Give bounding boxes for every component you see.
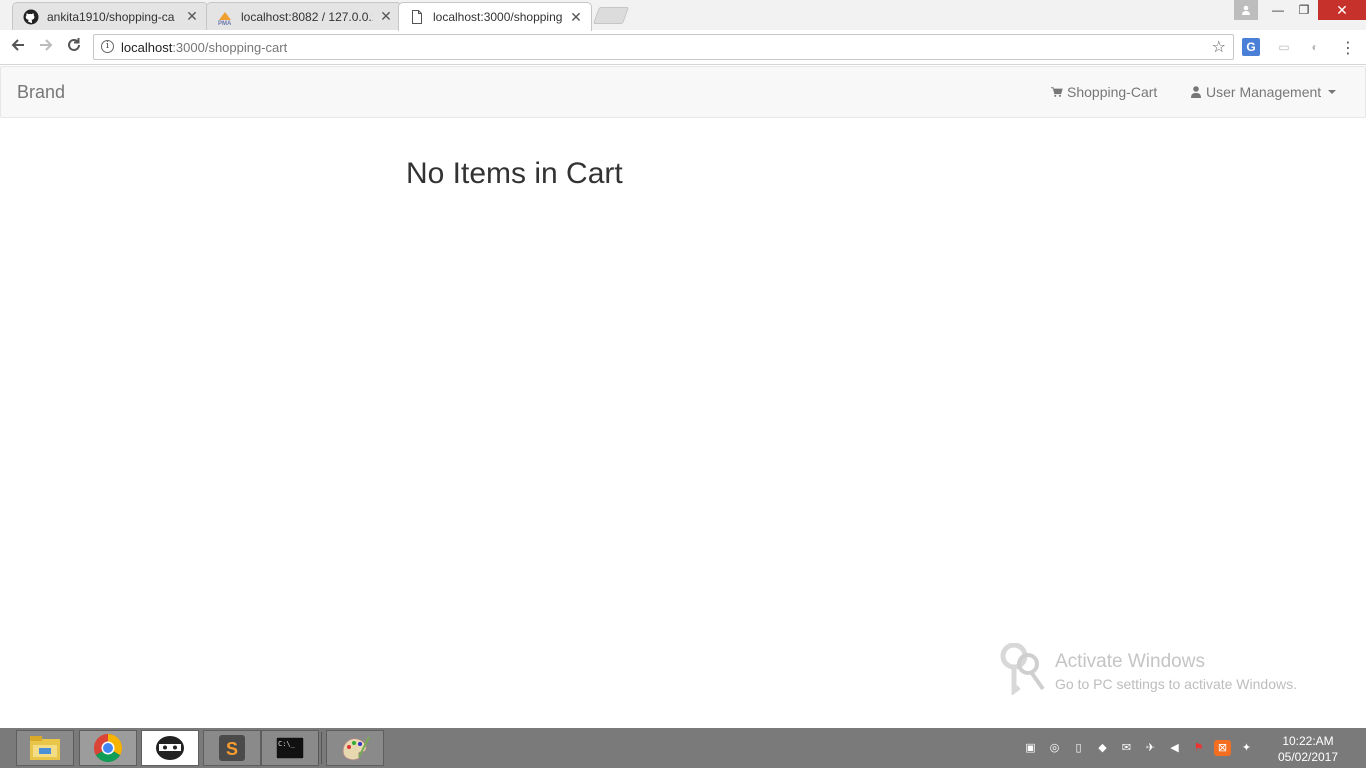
sync-icon[interactable]: ◎ xyxy=(1046,740,1063,756)
close-window-button[interactable]: ✕ xyxy=(1318,0,1366,20)
user-icon xyxy=(1191,86,1201,98)
nav-cart-label: Shopping-Cart xyxy=(1067,84,1158,100)
github-icon xyxy=(23,9,39,24)
taskbar-command-prompt[interactable]: C:\_ xyxy=(261,730,319,766)
translate-extension-icon[interactable]: G xyxy=(1242,38,1260,56)
page-title: No Items in Cart xyxy=(406,157,623,190)
tab-title: ankita1910/shopping-ca xyxy=(47,9,175,24)
taskbar-clock[interactable]: 10:22:AM 05/02/2017 xyxy=(1268,733,1348,765)
taskbar-file-explorer[interactable] xyxy=(16,730,74,766)
new-tab-button[interactable] xyxy=(592,7,630,24)
svg-text:PMA: PMA xyxy=(218,21,232,25)
shopping-cart-icon xyxy=(1051,87,1063,97)
ninja-icon xyxy=(156,736,184,760)
taskbar-paint[interactable] xyxy=(326,730,384,766)
network-icon[interactable]: ▣ xyxy=(1022,740,1039,756)
watermark-title: Activate Windows xyxy=(1055,651,1205,672)
browser-toolbar: i localhost:3000/shopping-cart ☆ G ▭ ◐ ⋮ xyxy=(0,30,1366,65)
tab-title: localhost:3000/shopping xyxy=(433,10,563,24)
url-path: :3000/shopping-cart xyxy=(172,40,288,55)
chevron-down-icon xyxy=(1328,90,1337,94)
paint-icon xyxy=(342,736,370,761)
reload-button[interactable] xyxy=(63,37,85,59)
svg-text:C:\_: C:\_ xyxy=(278,740,296,748)
taskbar-chrome[interactable] xyxy=(79,730,137,766)
svg-text:S: S xyxy=(226,739,238,759)
battery-icon[interactable]: ▯ xyxy=(1070,740,1087,756)
clock-time: 10:22:AM xyxy=(1282,734,1334,748)
nav-shopping-cart-link[interactable]: Shopping-Cart xyxy=(1051,84,1157,100)
taskbar-sublime-text[interactable]: S xyxy=(203,730,261,766)
watermark-subtitle: Go to PC settings to activate Windows. xyxy=(1055,676,1297,692)
tab-shopping-cart[interactable]: localhost:3000/shopping ✕ xyxy=(398,2,592,31)
browser-tabstrip: ankita1910/shopping-ca ✕ PMA localhost:8… xyxy=(0,0,1366,31)
reload-icon xyxy=(68,38,80,51)
forward-button[interactable] xyxy=(35,37,57,59)
nav-user-management-dropdown[interactable]: User Management xyxy=(1190,84,1337,100)
notification-icon[interactable]: ✦ xyxy=(1238,740,1255,756)
defender-icon[interactable]: ◆ xyxy=(1094,740,1111,756)
browser-menu-icon[interactable]: ⋮ xyxy=(1340,38,1356,58)
flag-icon[interactable]: ⚑ xyxy=(1190,740,1207,756)
address-bar[interactable]: i localhost:3000/shopping-cart ☆ xyxy=(93,34,1234,60)
tab-github[interactable]: ankita1910/shopping-ca ✕ xyxy=(12,2,208,30)
arrow-left-icon xyxy=(11,39,24,51)
windows-taskbar: S C:\_ ▣ ◎ ▯ ◆ ✉ ✈ ◀ ⚑ ⊠ ✦ 10:22:AM 05/0… xyxy=(0,728,1366,768)
close-tab-icon[interactable]: ✕ xyxy=(185,8,199,25)
nav-user-label: User Management xyxy=(1206,84,1322,100)
tab-title: localhost:8082 / 127.0.0.1 xyxy=(241,9,373,24)
url-host: localhost xyxy=(121,40,173,55)
arrow-right-icon xyxy=(40,39,53,51)
xampp-icon[interactable]: ⊠ xyxy=(1214,740,1231,756)
site-navbar: Brand Shopping-Cart User Management xyxy=(0,66,1366,118)
info-icon[interactable]: i xyxy=(101,40,114,53)
phpmyadmin-icon: PMA xyxy=(218,11,232,25)
taskbar-separator xyxy=(318,732,322,764)
clock-date: 05/02/2017 xyxy=(1277,750,1339,764)
plane-icon[interactable]: ✈ xyxy=(1142,740,1159,756)
bookmark-star-icon[interactable]: ☆ xyxy=(1212,37,1226,57)
sublime-text-icon: S xyxy=(219,735,245,761)
back-button[interactable] xyxy=(7,37,29,59)
user-profile-icon[interactable] xyxy=(1234,0,1258,20)
tab-phpmyadmin[interactable]: PMA localhost:8082 / 127.0.0.1 ✕ xyxy=(206,2,402,30)
file-explorer-icon xyxy=(30,736,60,760)
url-text: localhost:3000/shopping-cart xyxy=(121,40,287,55)
action-center-icon[interactable]: ✉ xyxy=(1118,740,1135,756)
brand-link[interactable]: Brand xyxy=(17,82,65,103)
page-icon xyxy=(412,10,422,24)
close-tab-icon[interactable]: ✕ xyxy=(379,8,393,25)
extension-icon[interactable]: ▭ xyxy=(1275,38,1293,56)
taskbar-ninja-app[interactable] xyxy=(141,730,199,766)
volume-muted-icon[interactable]: ◀ xyxy=(1166,740,1183,756)
extension-icon[interactable]: ◐ xyxy=(1306,38,1324,56)
command-prompt-icon: C:\_ xyxy=(276,737,304,759)
minimize-button[interactable]: — xyxy=(1266,0,1290,20)
chrome-icon xyxy=(94,734,122,762)
restore-button[interactable]: ❐ xyxy=(1292,0,1316,20)
system-tray: ▣ ◎ ▯ ◆ ✉ ✈ ◀ ⚑ ⊠ ✦ xyxy=(1022,740,1255,756)
close-tab-icon[interactable]: ✕ xyxy=(569,9,583,26)
keys-icon xyxy=(1000,643,1045,695)
